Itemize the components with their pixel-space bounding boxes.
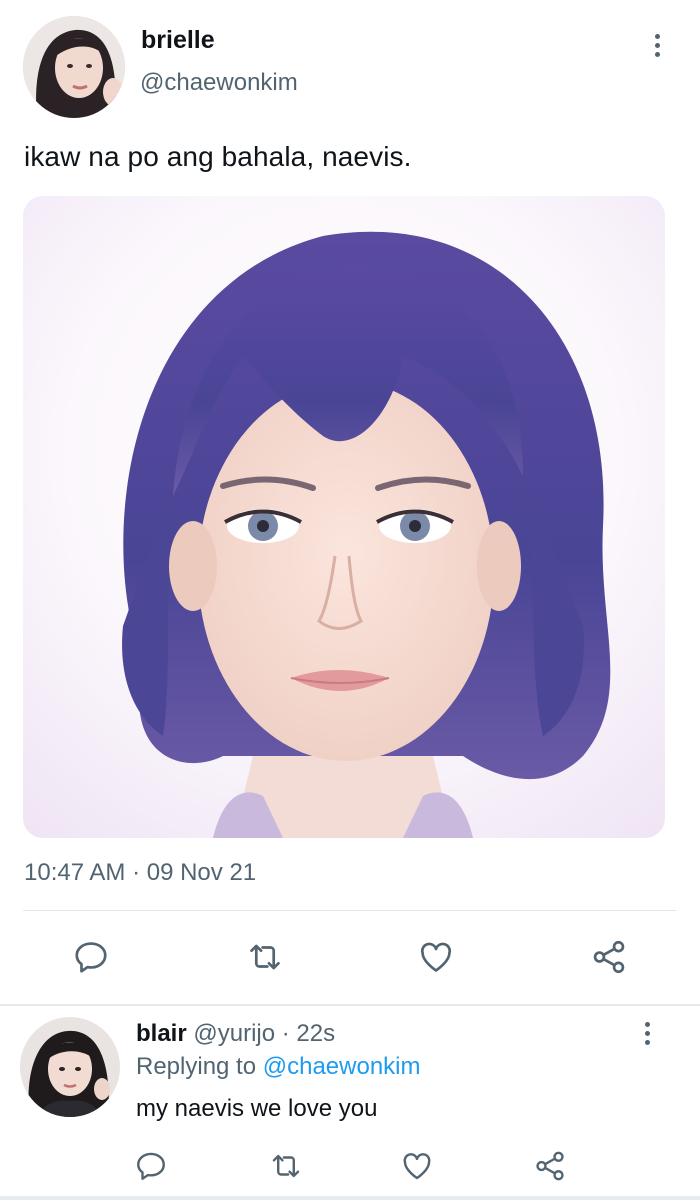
divider bbox=[0, 1196, 700, 1200]
reply-age[interactable]: 22s bbox=[296, 1020, 335, 1047]
reply-icon[interactable] bbox=[69, 935, 113, 979]
tweet-timestamp[interactable]: 10:47 AM · 09 Nov 21 bbox=[24, 859, 256, 887]
tweet-text: ikaw na po ang bahala, naevis. bbox=[24, 141, 412, 172]
retweet-icon[interactable] bbox=[266, 1146, 306, 1186]
divider bbox=[23, 910, 676, 911]
share-icon[interactable] bbox=[530, 1146, 570, 1186]
retweet-icon[interactable] bbox=[243, 935, 287, 979]
replying-to-label: Replying to bbox=[136, 1053, 257, 1080]
author-handle[interactable]: @chaewonkim bbox=[140, 69, 298, 97]
replying-to-line: Replying to @chaewonkim bbox=[136, 1053, 421, 1081]
like-icon[interactable] bbox=[397, 1146, 437, 1186]
reply-author-name[interactable]: blair bbox=[136, 1020, 187, 1047]
reply-separator: · bbox=[275, 1020, 297, 1047]
reply-text: my naevis we love you bbox=[136, 1095, 378, 1122]
tweet-image[interactable] bbox=[23, 196, 665, 838]
divider bbox=[0, 1004, 700, 1006]
reply-author-avatar[interactable] bbox=[20, 1017, 120, 1117]
reply-header: blair @yurijo · 22s bbox=[136, 1020, 335, 1048]
author-avatar[interactable] bbox=[23, 16, 125, 118]
more-options-icon[interactable] bbox=[650, 34, 664, 64]
like-icon[interactable] bbox=[414, 935, 458, 979]
author-name[interactable]: brielle bbox=[141, 26, 215, 55]
replying-to-handle[interactable]: @chaewonkim bbox=[263, 1053, 421, 1080]
share-icon[interactable] bbox=[587, 935, 631, 979]
reply-author-handle[interactable]: @yurijo bbox=[193, 1020, 275, 1047]
reply-icon[interactable] bbox=[131, 1146, 171, 1186]
more-options-icon[interactable] bbox=[640, 1022, 654, 1052]
